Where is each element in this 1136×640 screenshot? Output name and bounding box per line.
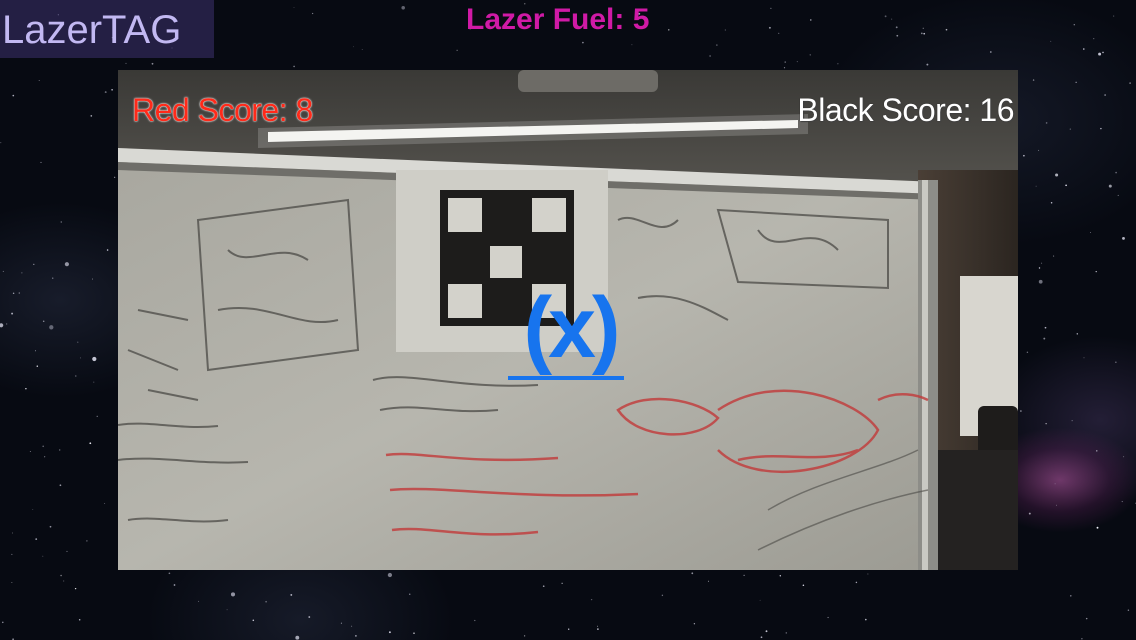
app-title: LazerTAG xyxy=(0,0,214,58)
crosshair-icon[interactable]: (x) xyxy=(508,280,632,380)
red-score: Red Score: 8 xyxy=(132,92,313,128)
black-score: Black Score: 16 xyxy=(797,92,1014,128)
game-screen: LazerTAG Lazer Fuel: 5 Red Score: 8 Blac… xyxy=(0,0,1136,640)
lazer-fuel-label: Lazer Fuel: 5 xyxy=(466,3,650,36)
crosshair-underline xyxy=(508,376,624,380)
